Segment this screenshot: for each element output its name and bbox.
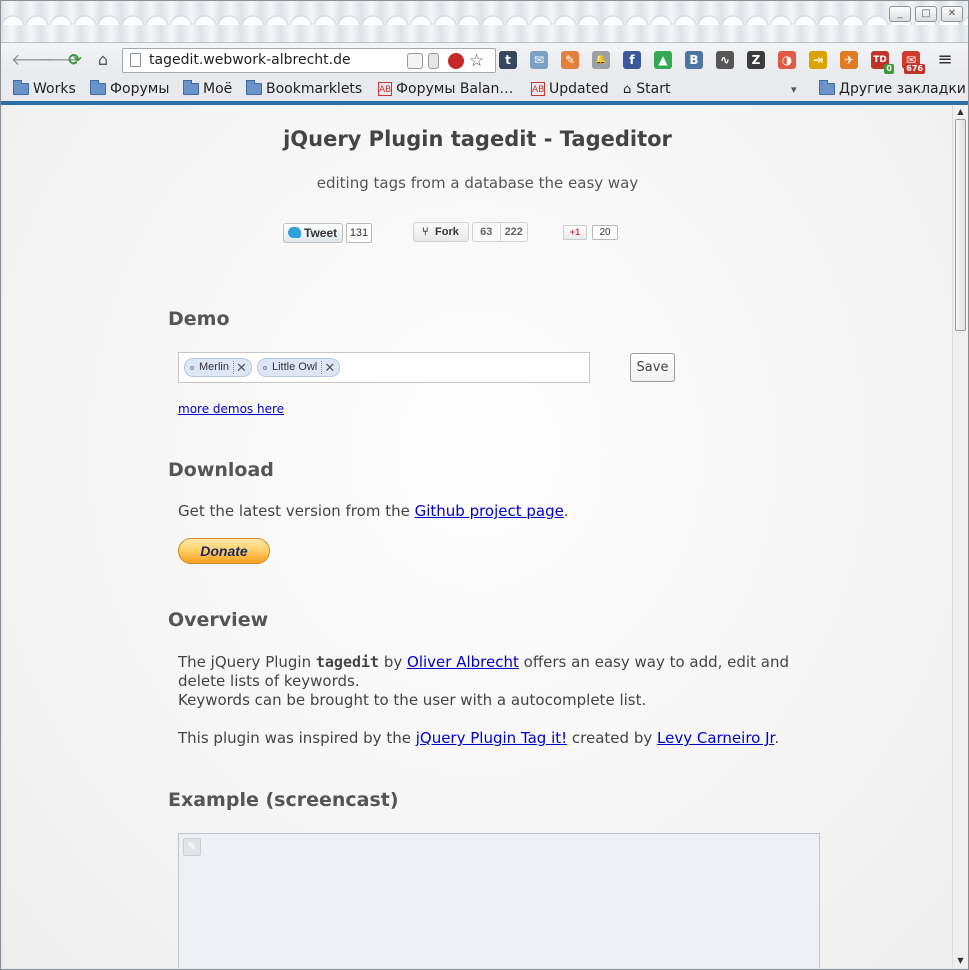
forward-button[interactable]: 🡒 <box>37 50 80 70</box>
example-heading: Example (screencast) <box>168 789 399 811</box>
remove-tag-icon[interactable]: ✕ <box>324 359 335 376</box>
page-title: jQuery Plugin tagedit - Tageditor <box>283 127 672 151</box>
bookmark-updated[interactable]: AB Updated <box>531 79 609 99</box>
gmail-icon[interactable]: ✉ 676 <box>902 51 925 74</box>
address-bar[interactable]: tagedit.webwork-albrecht.de ☆ <box>122 48 496 73</box>
github-project-link[interactable]: Github project page <box>415 502 564 520</box>
browser-window: _ □ ✕ 🡐 🡒 ⟳ ⌂ tagedit.webwork-albrecht.d… <box>0 0 969 970</box>
tag-editor-input[interactable]: Merlin ✕ Little Owl ✕ <box>178 352 590 383</box>
scroll-down-arrow[interactable]: ▼ <box>953 954 968 967</box>
tweet-count: 131 <box>346 223 372 243</box>
menu-icon[interactable]: ≡ <box>935 50 955 70</box>
screencast-video-embed[interactable]: ✎ <box>178 833 820 968</box>
bookmark-works[interactable]: Works <box>13 79 76 99</box>
bookmarks-bar: Works Форумы Моё Bookmarklets AB Форумы B… <box>1 77 968 101</box>
remove-tag-icon[interactable]: ✕ <box>236 359 247 376</box>
pencil-icon[interactable]: ✎ <box>561 51 579 69</box>
demo-heading: Demo <box>168 308 230 330</box>
tag-separator <box>321 361 323 374</box>
inspiration-paragraph: This plugin was inspired by the jQuery P… <box>178 729 780 747</box>
tag-merlin[interactable]: Merlin ✕ <box>184 358 252 377</box>
home-icon: ⌂ <box>623 81 632 97</box>
bookmark-start[interactable]: ⌂ Start <box>623 79 670 99</box>
bookmark-forums-balan[interactable]: AB Форумы Balan… <box>378 79 513 99</box>
bell-icon[interactable]: 🔔 <box>592 51 610 69</box>
tumblr-icon[interactable]: t <box>499 51 517 69</box>
page-viewport: jQuery Plugin tagedit - Tageditor editin… <box>3 105 952 968</box>
folder-icon <box>90 80 106 95</box>
tag-separator <box>232 361 234 374</box>
block-icon[interactable] <box>448 53 464 69</box>
copy-page-icon[interactable] <box>407 53 423 69</box>
bookmark-forums[interactable]: Форумы <box>90 79 169 99</box>
extension-badge: 676 <box>904 64 925 74</box>
oliver-albrecht-link[interactable]: Oliver Albrecht <box>407 653 519 671</box>
mobile-icon[interactable] <box>428 53 439 69</box>
folder-icon <box>13 80 29 95</box>
tag-dot-icon <box>263 366 267 370</box>
maximize-button[interactable]: □ <box>915 6 937 22</box>
save-button[interactable]: Save <box>630 353 675 382</box>
google-drive-icon[interactable]: ▲ <box>654 51 672 69</box>
close-window-button[interactable]: ✕ <box>941 6 963 22</box>
tab-strip-background <box>1 1 968 25</box>
google-plus-button[interactable]: +1 <box>563 225 587 240</box>
pocket-icon[interactable]: ◑ <box>778 51 796 69</box>
github-counts[interactable]: 63 222 <box>472 222 528 242</box>
donate-button[interactable]: Donate <box>178 538 270 564</box>
browser-toolbar: 🡐 🡒 ⟳ ⌂ tagedit.webwork-albrecht.de ☆ ≡ … <box>1 43 968 77</box>
chart-icon[interactable]: ∿ <box>716 51 734 69</box>
vertical-scrollbar[interactable]: ▲ ▼ <box>952 105 968 968</box>
bookmarks-overflow-chevron[interactable]: ▾ <box>791 79 797 99</box>
bookmark-mine[interactable]: Моё <box>183 79 232 99</box>
overview-paragraph: The jQuery Plugin tagedit by Oliver Albr… <box>178 653 789 709</box>
abc-page-icon: AB <box>378 82 392 96</box>
folder-icon <box>246 80 262 95</box>
download-heading: Download <box>168 459 274 481</box>
more-demos-link[interactable]: more demos here <box>178 402 284 416</box>
fork-icon: ⑂ <box>422 226 429 238</box>
bookmark-other[interactable]: Другие закладки <box>819 79 966 99</box>
bookmark-bookmarklets[interactable]: Bookmarklets <box>246 79 362 99</box>
minimize-button[interactable]: _ <box>889 6 911 22</box>
plugin-icon: ✎ <box>183 838 201 856</box>
github-forks-count: 222 <box>504 226 523 238</box>
phone-icon[interactable]: ⇥ <box>809 51 827 69</box>
z-icon[interactable]: Z <box>747 51 765 69</box>
download-text: Get the latest version from the Github p… <box>178 502 569 520</box>
folder-icon <box>183 80 199 95</box>
mail-icon[interactable]: ✉ <box>530 51 548 69</box>
page-subtitle: editing tags from a database the easy wa… <box>316 174 639 192</box>
overview-heading: Overview <box>168 609 269 631</box>
github-stars-count: 63 <box>473 223 501 241</box>
tag-it-plugin-link[interactable]: jQuery Plugin Tag it! <box>416 729 567 747</box>
facebook-icon[interactable]: f <box>623 51 641 69</box>
scrollbar-thumb[interactable] <box>955 119 966 331</box>
bird-icon[interactable]: ✈ <box>840 51 858 69</box>
vk-icon[interactable]: B <box>685 51 703 69</box>
back-button[interactable]: 🡐 <box>11 50 54 70</box>
tweet-button[interactable]: Tweet <box>283 223 343 243</box>
tag-little-owl[interactable]: Little Owl ✕ <box>257 358 341 377</box>
url-text[interactable]: tagedit.webwork-albrecht.de <box>149 49 351 72</box>
folder-icon <box>819 80 835 95</box>
tag-dot-icon <box>190 366 194 370</box>
home-button[interactable]: ⌂ <box>93 50 113 70</box>
scroll-up-arrow[interactable]: ▲ <box>953 105 968 118</box>
twitter-bird-icon <box>288 227 301 238</box>
tab-strip: _ □ ✕ <box>1 1 968 43</box>
td-icon[interactable]: TD 0 <box>871 51 894 74</box>
star-bookmark-icon[interactable]: ☆ <box>469 53 485 70</box>
github-fork-button[interactable]: ⑂ Fork <box>413 222 469 242</box>
reload-button[interactable]: ⟳ <box>65 50 85 70</box>
abc-page-icon: AB <box>531 82 545 96</box>
levy-carneiro-link[interactable]: Levy Carneiro Jr <box>657 729 774 747</box>
extension-badge: 0 <box>884 64 894 74</box>
google-plus-count: 20 <box>592 225 618 240</box>
page-icon <box>130 53 141 67</box>
